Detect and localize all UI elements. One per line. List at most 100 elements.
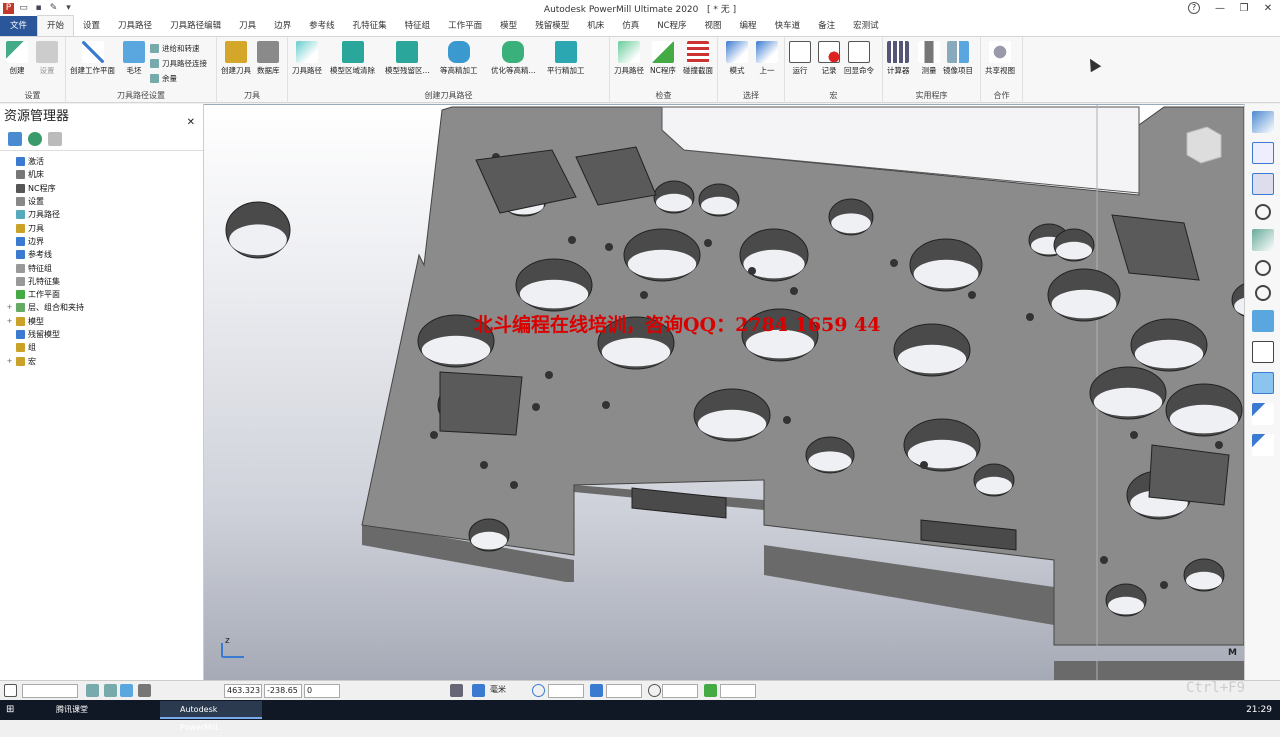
cube-view-icon[interactable] xyxy=(1251,173,1274,195)
tab-6[interactable]: 边界 xyxy=(265,16,300,36)
explorer-item[interactable]: 组 xyxy=(6,341,203,354)
open-icon[interactable]: ▭ xyxy=(18,3,29,14)
units-icon[interactable] xyxy=(472,684,485,697)
origin-field[interactable] xyxy=(548,684,584,698)
tab-11[interactable]: 模型 xyxy=(491,16,526,36)
tab-12[interactable]: 残留模型 xyxy=(526,16,578,36)
explorer-item[interactable]: 特征组 xyxy=(6,261,203,274)
customize-dropdown-icon[interactable]: ▾ xyxy=(63,3,74,14)
toolpath-button[interactable]: 刀具路径 xyxy=(292,41,322,76)
expand-icon[interactable]: + xyxy=(6,315,13,328)
select-icon[interactable] xyxy=(1251,403,1274,425)
explorer-item[interactable]: 孔特征集 xyxy=(6,275,203,288)
step-field[interactable] xyxy=(606,684,642,698)
explorer-item[interactable]: + 宏 xyxy=(6,354,203,367)
wireframe-view-icon[interactable] xyxy=(1251,341,1274,363)
tab-10[interactable]: 工作平面 xyxy=(439,16,491,36)
tab-19[interactable]: 备注 xyxy=(809,16,844,36)
constant-z-finishing-button[interactable]: 等高精加工 xyxy=(440,41,478,76)
shaded-wireframe-icon[interactable] xyxy=(1251,372,1274,394)
tab-2[interactable]: 设置 xyxy=(74,16,109,36)
snap-icon[interactable] xyxy=(86,684,99,697)
tab-8[interactable]: 孔特征集 xyxy=(344,16,396,36)
tab-20[interactable]: 宏测试 xyxy=(844,16,888,36)
edit-icon[interactable]: ✎ xyxy=(48,3,59,14)
explorer-item[interactable]: 边界 xyxy=(6,235,203,248)
zoom-out-icon[interactable] xyxy=(1254,285,1271,301)
tab-9[interactable]: 特征组 xyxy=(396,16,440,36)
zoom-icon[interactable] xyxy=(1254,204,1271,220)
pointer-icon[interactable] xyxy=(1251,434,1274,456)
thickness-button[interactable]: 余量 xyxy=(150,73,177,84)
explorer-item[interactable]: 参考线 xyxy=(6,248,203,261)
optimized-constant-z-button[interactable]: 优化等高精... xyxy=(491,41,536,76)
calculator-button[interactable]: 计算器 xyxy=(887,41,910,76)
explorer-item[interactable]: 设置 xyxy=(6,195,203,208)
tab-3[interactable]: 刀具路径 xyxy=(109,16,161,36)
view-layers-icon[interactable] xyxy=(1251,111,1274,133)
globe-icon[interactable] xyxy=(28,132,42,146)
verify-toolpath-button[interactable]: 刀具路径 xyxy=(614,41,644,76)
explorer-item[interactable]: + 模型 xyxy=(6,315,203,328)
model-rest-button[interactable]: 模型残留区... xyxy=(385,41,430,76)
explorer-item[interactable]: + 层、组合和夹持 xyxy=(6,301,203,314)
tab-18[interactable]: 快车道 xyxy=(766,16,810,36)
workplane-select[interactable] xyxy=(22,684,78,698)
expand-icon[interactable]: + xyxy=(6,355,13,368)
minimize-button[interactable]: — xyxy=(1208,0,1232,17)
run-macro-button[interactable]: 运行 xyxy=(789,41,811,76)
block-button[interactable]: 毛坯 xyxy=(123,41,145,76)
tab-0[interactable]: 文件 xyxy=(0,16,38,36)
explorer-item[interactable]: 激活 xyxy=(6,155,203,168)
tab-15[interactable]: NC程序 xyxy=(648,16,695,36)
taskbar-item-active[interactable]: Autodesk PowerMill... xyxy=(160,701,262,732)
tab-4[interactable]: 刀具路径编辑 xyxy=(161,16,230,36)
feeds-speeds-button[interactable]: 进给和转速 xyxy=(150,43,200,54)
maximize-button[interactable]: ❐ xyxy=(1232,0,1256,17)
taskbar-item[interactable]: 腾讯课堂 xyxy=(36,701,94,719)
expand-icon[interactable]: + xyxy=(6,301,13,314)
explorer-item[interactable]: 刀具路径 xyxy=(6,208,203,221)
collision-section-button[interactable]: 碰撞截面 xyxy=(683,41,713,76)
grid-icon[interactable] xyxy=(450,684,463,697)
close-button[interactable]: ✕ xyxy=(1256,0,1280,17)
create-button[interactable]: 创建 xyxy=(6,41,28,76)
refresh-view-icon[interactable] xyxy=(1251,229,1274,251)
tab-13[interactable]: 机床 xyxy=(578,16,613,36)
angle-field[interactable] xyxy=(720,684,756,698)
setup-button[interactable]: 设置 xyxy=(36,41,58,76)
save-icon[interactable]: ▪ xyxy=(33,3,44,14)
zoom-in-icon[interactable] xyxy=(1254,260,1271,276)
select-previous-button[interactable]: 上一 xyxy=(756,41,778,76)
tree-view-icon[interactable] xyxy=(8,132,22,146)
trash-icon[interactable] xyxy=(48,132,62,146)
toolpath-connections-button[interactable]: 刀具路径连接 xyxy=(150,58,207,69)
explorer-item[interactable]: 工作平面 xyxy=(6,288,203,301)
share-view-button[interactable]: 共享视图 xyxy=(985,41,1015,76)
model-area-clearance-button[interactable]: 模型区域清除 xyxy=(330,41,375,76)
help-icon[interactable]: ? xyxy=(1188,2,1200,14)
verify-nc-program-button[interactable]: NC程序 xyxy=(650,41,676,76)
tab-1[interactable]: 开始 xyxy=(37,15,75,36)
raster-finishing-button[interactable]: 平行精加工 xyxy=(547,41,585,76)
echo-commands-button[interactable]: 回显命令 xyxy=(844,41,874,76)
tab-5[interactable]: 刀具 xyxy=(230,16,265,36)
view-cube-icon[interactable] xyxy=(1186,126,1222,164)
angle-icon[interactable] xyxy=(704,684,717,697)
explorer-item[interactable]: 残留模型 xyxy=(6,328,203,341)
origin-icon[interactable] xyxy=(532,684,545,697)
database-button[interactable]: 数据库 xyxy=(257,41,280,76)
shaded-view-icon[interactable] xyxy=(1251,310,1274,332)
tab-17[interactable]: 编程 xyxy=(731,16,766,36)
snap-grid-icon[interactable] xyxy=(104,684,117,697)
create-workplane-button[interactable]: 创建工作平面 xyxy=(70,41,115,76)
graphics-viewport[interactable]: z M 北斗编程在线培训，咨询QQ：2784 1659 44 xyxy=(204,104,1244,680)
diameter-field[interactable] xyxy=(662,684,698,698)
measure-button[interactable]: 测量 xyxy=(918,41,940,76)
close-icon[interactable]: ✕ xyxy=(187,110,195,136)
iso-view-icon[interactable] xyxy=(1251,142,1274,164)
step-icon[interactable] xyxy=(590,684,603,697)
tab-16[interactable]: 视图 xyxy=(696,16,731,36)
explorer-item[interactable]: NC程序 xyxy=(6,182,203,195)
cursor-icon[interactable] xyxy=(138,684,151,697)
